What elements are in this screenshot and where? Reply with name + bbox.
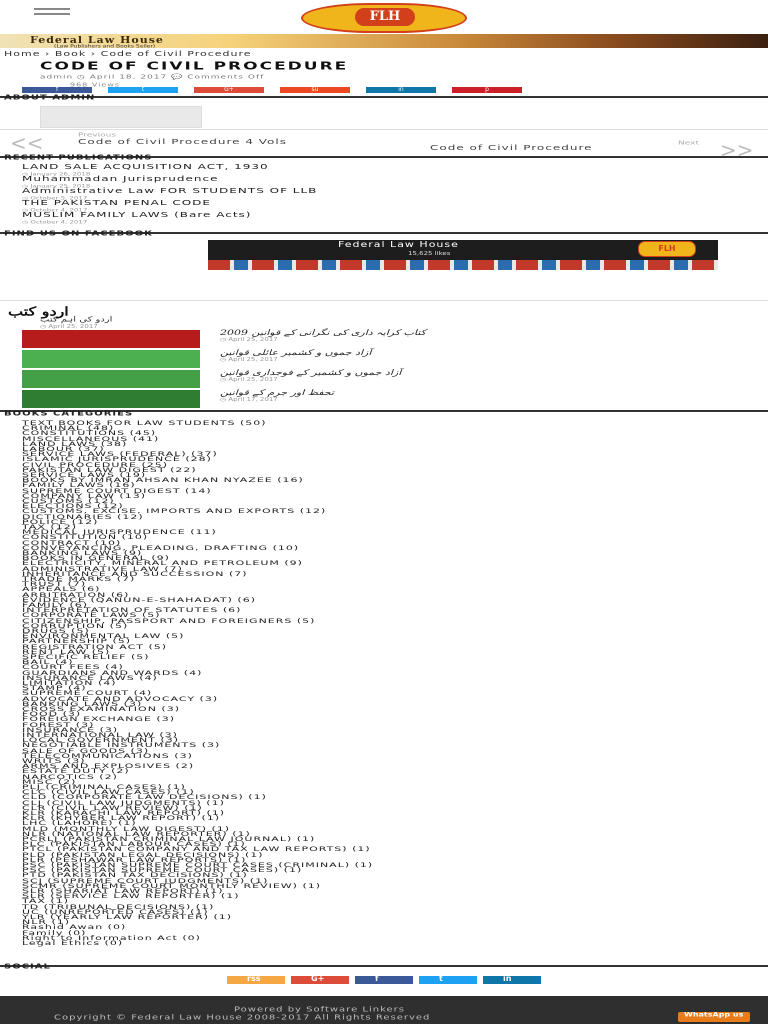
divider [0,129,768,130]
facebook-cover-strip [208,260,718,270]
book-date: ◷ April 25, 2017 [220,357,278,363]
category-link[interactable]: Legal Ethics (0) [22,939,123,947]
rss-icon: rss [247,974,261,983]
facebook-social-button[interactable]: f [355,974,413,984]
urdu-subheading: اردو کی اہم کتب [40,316,113,324]
facebook-icon: f [375,974,379,983]
about-heading: ABOUT ADMIN [4,94,96,102]
logo-text: FLH [355,8,415,26]
list-item[interactable]: MUSLIM FAMILY LAWS (Bare Acts) ◷ October … [22,210,251,228]
book-title[interactable]: آزاد جموں و کشمیر عائلی قوانین [220,348,371,357]
site-logo[interactable]: FLH [301,3,467,33]
divider [0,300,768,301]
googleplus-icon: G+ [311,974,325,983]
prev-arrow-icon[interactable]: << [10,131,44,155]
stumbleupon-share-button[interactable]: su [280,87,350,93]
book-date: ◷ April 25, 2017 [220,377,278,383]
footer-powered-by[interactable]: Powered by Software Linkers [234,1006,405,1014]
next-arrow-icon[interactable]: >> [720,138,754,162]
section-divider [0,965,768,967]
publication-title[interactable]: THE PAKISTAN PENAL CODE [22,198,211,207]
googleplus-share-button[interactable]: G+ [194,87,264,93]
publication-title[interactable]: Muhammadan Jurisprudence [22,174,218,183]
book-cover-image[interactable] [22,370,200,388]
book-cover-image[interactable] [22,390,200,408]
linkedin-icon: in [503,974,512,983]
book-date: ◷ April 25, 2017 [220,337,278,343]
book-title[interactable]: کتاب کرایہ داری کی نگرانی کے قوانین 2009 [220,328,426,337]
twitter-social-button[interactable]: t [419,974,477,984]
categories-heading: BOOKS CATEGORIES [4,410,134,418]
page-title: CODE OF CIVIL PROCEDURE [40,60,349,73]
rss-social-button[interactable]: rss [227,974,285,984]
book-date: ◷ April 17, 2017 [220,397,278,403]
footer-copyright: Copyright © Federal Law House 2008-2017 … [54,1014,431,1022]
facebook-share-button[interactable]: f [22,87,92,93]
banner-subtitle: (Law Publishers and Books Seller) [54,44,156,49]
linkedin-share-button[interactable]: in [366,87,436,93]
whatsapp-button[interactable]: WhatsApp us [678,1011,750,1022]
book-cover-image[interactable] [22,330,200,348]
book-title[interactable]: تحفظ اور جرم کے قوانین [220,388,334,397]
top-bar: FLH [0,0,768,35]
book-cover-image[interactable] [22,350,200,368]
linkedin-social-button[interactable]: in [483,974,541,984]
facebook-page-name[interactable]: Federal Law House [338,240,459,249]
book-title[interactable]: آزاد جموں و کشمیر کے فوجداری قوانین [220,368,401,377]
recent-heading: RECENT PUBLICATIONS [4,154,153,162]
publication-date: ◷ October 4, 2017 [22,220,88,225]
social-heading: SOCIAL [4,963,51,971]
googleplus-social-button[interactable]: G+ [291,974,349,984]
next-post-link[interactable]: Code of Civil Procedure [430,143,593,152]
breadcrumb[interactable]: Home › Book › Code of Civil Procedure [4,50,252,58]
twitter-share-button[interactable]: t [108,87,178,93]
publication-title[interactable]: Administrative Law FOR STUDENTS OF LLB [22,186,317,195]
prev-post-link[interactable]: Code of Civil Procedure 4 Vols [78,137,287,146]
whatsapp-label: WhatsApp us [684,1011,744,1019]
next-label: Next [678,140,699,147]
post-meta: admin ◷ April 18, 2017 💬 Comments Off [40,74,265,81]
publication-title[interactable]: LAND SALE ACQUISITION ACT, 1930 [22,162,269,171]
twitter-icon: t [439,974,443,983]
facebook-page-logo: FLH [638,241,696,257]
publication-title[interactable]: MUSLIM FAMILY LAWS (Bare Acts) [22,210,251,219]
section-divider [0,96,768,98]
avatar [40,106,202,128]
urdu-sub-date: ◷ April 25, 2017 [40,324,98,330]
menu-icon[interactable] [34,8,70,18]
facebook-heading: FIND US ON FACEBOOK [4,230,153,238]
facebook-likes: 15,625 likes [408,250,451,257]
pinterest-share-button[interactable]: p [452,87,522,93]
